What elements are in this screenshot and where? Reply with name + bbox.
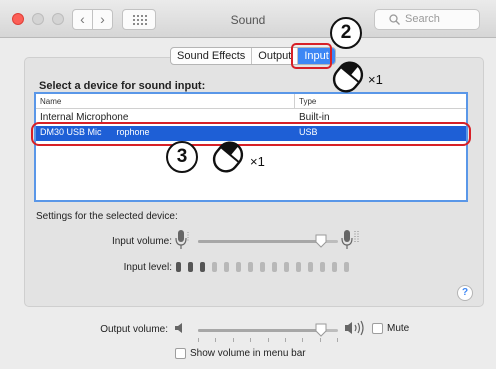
- level-segment: [272, 262, 277, 272]
- level-segment: [332, 262, 337, 272]
- level-segment: [188, 262, 193, 272]
- slider-tick: [198, 338, 199, 342]
- input-volume-slider[interactable]: [198, 234, 338, 248]
- search-icon: [389, 14, 400, 25]
- output-volume-knob[interactable]: [315, 323, 327, 337]
- help-button[interactable]: ?: [457, 285, 473, 301]
- mouse-click-icon: [332, 61, 364, 93]
- level-segment: [236, 262, 241, 272]
- selected-device-highlight: [31, 122, 471, 146]
- slider-tick: [215, 338, 216, 342]
- speaker-high-icon: [345, 320, 364, 336]
- show-volume-label: Show volume in menu bar: [190, 348, 306, 359]
- slider-tick: [285, 338, 286, 342]
- step-3-click-count: ×1: [250, 154, 265, 169]
- step-2-badge: 2: [330, 17, 362, 49]
- level-segment: [296, 262, 301, 272]
- level-segment: [248, 262, 253, 272]
- level-segment: [320, 262, 325, 272]
- slider-tick: [302, 338, 303, 342]
- settings-label: Settings for the selected device:: [36, 211, 178, 222]
- search-placeholder: Search: [405, 13, 440, 25]
- step-3-badge: 3: [166, 141, 198, 173]
- output-volume-label: Output volume:: [100, 324, 168, 335]
- mute-checkbox[interactable]: [372, 323, 383, 334]
- step-2-click-count: ×1: [368, 72, 383, 87]
- slider-tick: [268, 338, 269, 342]
- tab-sound-effects[interactable]: Sound Effects: [171, 48, 253, 64]
- speaker-low-icon: [175, 323, 182, 333]
- column-header-name[interactable]: Name: [40, 97, 61, 106]
- slider-tick: [250, 338, 251, 342]
- slider-tick: [337, 338, 338, 342]
- column-divider: [294, 94, 295, 109]
- level-segment: [308, 262, 313, 272]
- mouse-click-icon: [212, 141, 244, 173]
- search-field[interactable]: Search: [374, 9, 480, 30]
- level-segment: [284, 262, 289, 272]
- microphone-high-icon: [341, 230, 359, 249]
- input-level-label: Input level:: [123, 262, 172, 273]
- table-header: Name Type: [36, 94, 466, 109]
- level-segment: [224, 262, 229, 272]
- mute-label: Mute: [387, 323, 410, 334]
- level-segment: [176, 262, 181, 272]
- microphone-low-icon: [175, 230, 189, 249]
- level-segment: [212, 262, 217, 272]
- input-volume-label: Input volume:: [111, 236, 172, 247]
- title-bar: ‹ › Sound Search: [0, 0, 496, 38]
- show-volume-checkbox[interactable]: [175, 348, 186, 359]
- slider-tick: [233, 338, 234, 342]
- output-volume-ticks: [198, 338, 338, 342]
- level-segment: [344, 262, 349, 272]
- output-volume-slider[interactable]: [198, 323, 338, 337]
- column-header-type[interactable]: Type: [299, 97, 316, 106]
- level-segment: [260, 262, 265, 272]
- input-volume-fill: [198, 240, 321, 243]
- slider-tick: [320, 338, 321, 342]
- section-title: Select a device for sound input:: [39, 80, 206, 92]
- sound-preferences-window: ‹ › Sound Search Sound Effects Output In: [0, 0, 496, 369]
- level-segment: [200, 262, 205, 272]
- input-device-table[interactable]: Name Type Internal Microphone Built-in D…: [34, 92, 468, 202]
- output-volume-fill: [198, 329, 321, 332]
- input-volume-knob[interactable]: [315, 234, 327, 248]
